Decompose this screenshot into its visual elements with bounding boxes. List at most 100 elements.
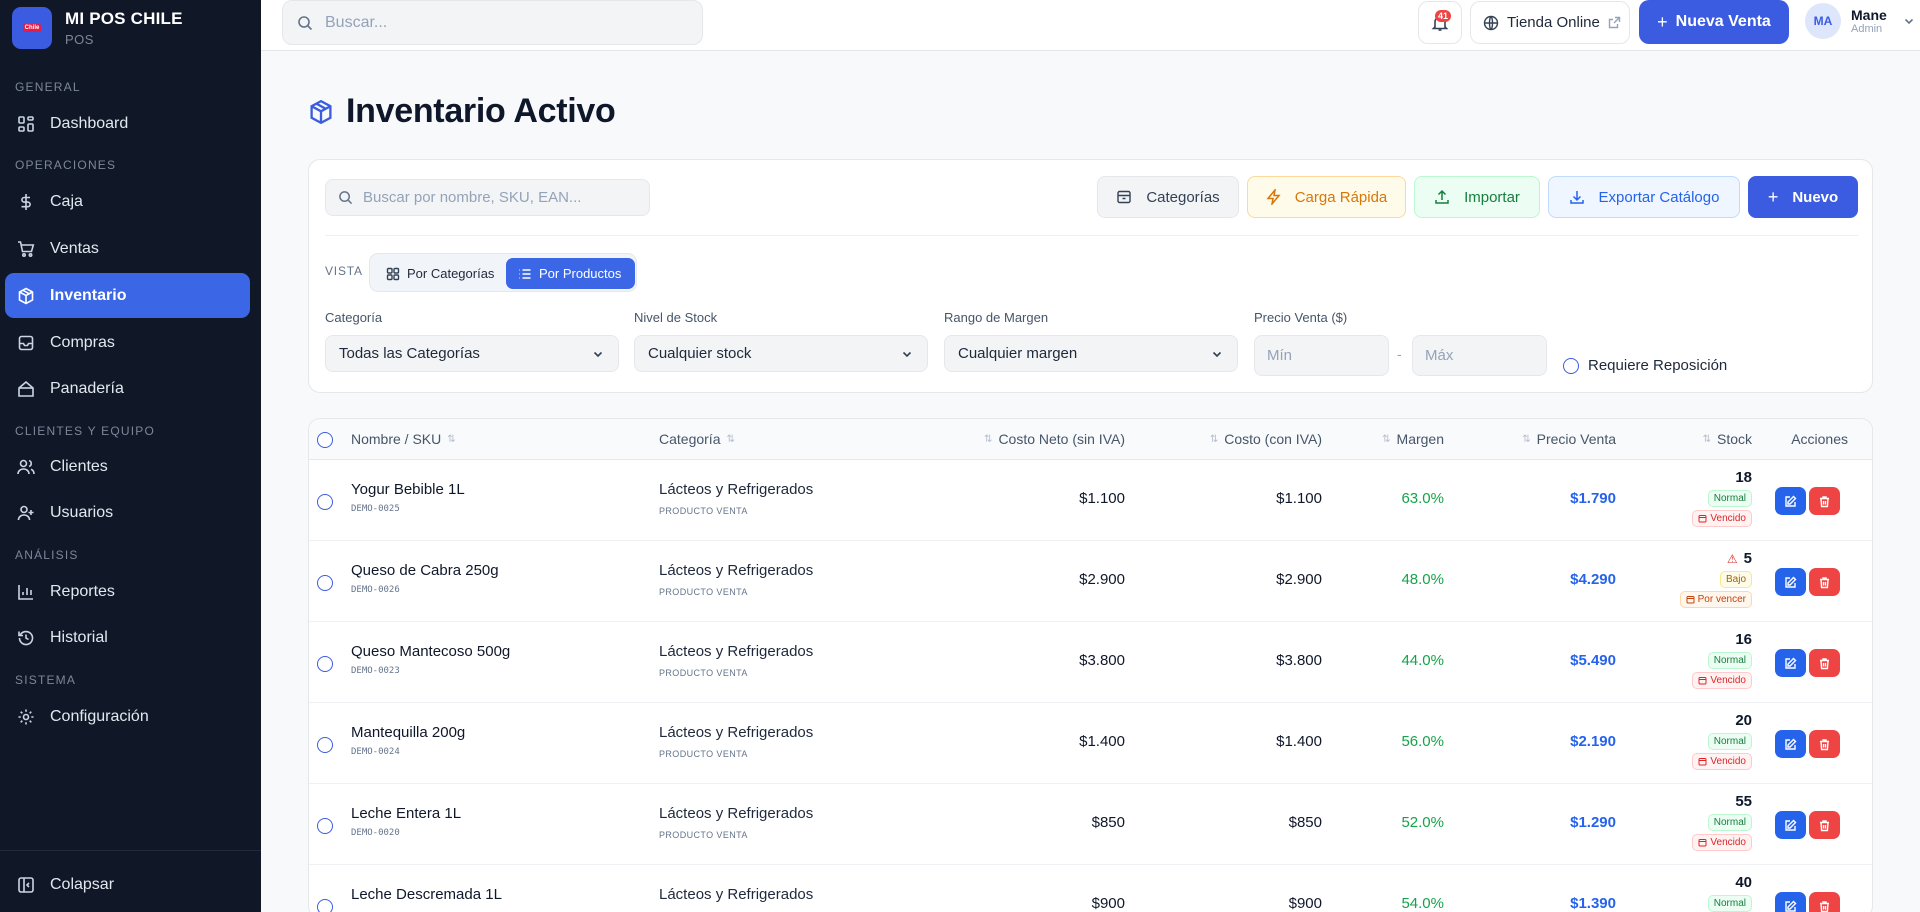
collapse-button[interactable]: Colapsar	[5, 862, 250, 907]
product-name: Leche Entera 1L	[351, 805, 462, 822]
delete-button[interactable]	[1809, 568, 1840, 596]
product-name: Leche Descremada 1L	[351, 886, 502, 903]
product-category: Lácteos y Refrigerados	[659, 643, 814, 660]
table-row[interactable]: Yogur Bebible 1L DEMO-0025 Lácteos y Refri…	[309, 460, 1872, 541]
sort-icon: ⇅	[726, 433, 735, 445]
view-by-categories[interactable]: Por Categorías	[374, 258, 504, 289]
sidebar-item-panaderia[interactable]: Panadería	[5, 366, 250, 411]
sidebar-item-ventas[interactable]: Ventas	[5, 226, 250, 271]
stock-level-select[interactable]: Cualquier stock	[634, 335, 928, 372]
table-row[interactable]: Leche Entera 1L DEMO-0020 Lácteos y Refrig…	[309, 784, 1872, 865]
sidebar-item-label: Reportes	[50, 582, 115, 600]
product-sku: DEMO-0023	[351, 666, 400, 676]
stock-quantity: 16	[1735, 631, 1752, 648]
margin-range-select-value: Cualquier margen	[958, 345, 1078, 362]
price-min-input[interactable]	[1267, 347, 1377, 364]
sidebar-item-configuracion[interactable]: Configuración	[5, 694, 250, 739]
sidebar-item-inventario[interactable]: Inventario	[5, 273, 250, 318]
price-min-field[interactable]	[1254, 335, 1389, 376]
edit-button[interactable]	[1775, 568, 1806, 596]
expiry-label: Vencido	[1710, 675, 1746, 686]
column-header-category[interactable]: Categoría ⇅	[659, 431, 741, 447]
chevron-down-icon	[902, 351, 912, 357]
import-button[interactable]: Importar	[1414, 176, 1540, 218]
row-select-radio[interactable]	[317, 575, 333, 591]
sidebar-item-usuarios[interactable]: Usuarios	[5, 490, 250, 535]
edit-button[interactable]	[1775, 811, 1806, 839]
product-category: Lácteos y Refrigerados	[659, 886, 814, 903]
edit-button[interactable]	[1775, 892, 1806, 912]
cost-with-iva: $2.900	[1276, 571, 1322, 588]
sidebar-item-dashboard[interactable]: Dashboard	[5, 101, 250, 146]
restock-radio[interactable]	[1563, 357, 1579, 374]
sidebar-item-label: Caja	[50, 192, 83, 210]
topbar: 41 Tienda Online + Nueva Venta MA Mane A…	[261, 0, 1920, 51]
row-select-radio[interactable]	[317, 656, 333, 672]
sidebar-item-caja[interactable]: Caja	[5, 179, 250, 224]
edit-button[interactable]	[1775, 487, 1806, 515]
sidebar-item-reportes[interactable]: Reportes	[5, 569, 250, 614]
product-search[interactable]	[325, 179, 650, 216]
net-cost: $900	[1091, 895, 1125, 912]
list-icon	[519, 268, 531, 279]
table-row[interactable]: Leche Descremada 1L Lácteos y Refrigerado…	[309, 865, 1872, 912]
delete-button[interactable]	[1809, 892, 1840, 912]
row-select-radio[interactable]	[317, 818, 333, 834]
view-by-products[interactable]: Por Productos	[506, 258, 635, 289]
column-header-label: Stock	[1716, 431, 1752, 447]
new-sale-button[interactable]: + Nueva Venta	[1639, 0, 1789, 44]
column-header-name[interactable]: Nombre / SKU ⇅	[351, 431, 462, 447]
upload-icon	[1435, 189, 1449, 204]
price-max-field[interactable]	[1412, 335, 1547, 376]
notifications-button[interactable]: 41	[1418, 1, 1462, 44]
expiry-badge: Vencido	[1692, 672, 1752, 689]
quick-load-button[interactable]: Carga Rápida	[1247, 176, 1406, 218]
globe-icon	[1483, 15, 1499, 30]
grid-icon	[386, 267, 400, 280]
trash-icon	[1820, 495, 1829, 507]
margin-range-select[interactable]: Cualquier margen	[944, 335, 1238, 372]
sidebar-item-label: Panadería	[50, 379, 124, 397]
table-row[interactable]: Queso Mantecoso 500g DEMO-0023 Lácteos y R…	[309, 622, 1872, 703]
row-select-radio[interactable]	[317, 737, 333, 753]
export-catalog-button[interactable]: Exportar Catálogo	[1548, 176, 1740, 218]
delete-button[interactable]	[1809, 811, 1840, 839]
restock-toggle[interactable]: Requiere Reposición	[1563, 357, 1727, 374]
edit-button[interactable]	[1775, 649, 1806, 677]
column-header-stock[interactable]: ⇅ Stock	[1697, 431, 1752, 447]
select-all-radio[interactable]	[317, 432, 333, 448]
margin: 63.0%	[1401, 490, 1444, 507]
global-search-input[interactable]	[325, 13, 665, 32]
sidebar-item-clientes[interactable]: Clientes	[5, 444, 250, 489]
product-search-input[interactable]	[363, 189, 633, 206]
view-toggle: Por Categorías Por Productos	[369, 253, 637, 292]
row-select-radio[interactable]	[317, 494, 333, 510]
column-header-cost-iva[interactable]: ⇅ Costo (con IVA)	[1204, 431, 1322, 447]
sidebar-item-historial[interactable]: Historial	[5, 615, 250, 660]
column-header-price[interactable]: ⇅ Precio Venta	[1516, 431, 1616, 447]
sidebar-item-compras[interactable]: Compras	[5, 320, 250, 365]
delete-button[interactable]	[1809, 730, 1840, 758]
column-header-margin[interactable]: ⇅ Margen	[1376, 431, 1444, 447]
delete-button[interactable]	[1809, 487, 1840, 515]
table-row[interactable]: Mantequilla 200g DEMO-0024 Lácteos y Refri…	[309, 703, 1872, 784]
sale-price: $1.290	[1570, 814, 1616, 831]
stock-quantity: 20	[1735, 712, 1752, 729]
online-store-button[interactable]: Tienda Online	[1470, 1, 1630, 44]
edit-button[interactable]	[1775, 730, 1806, 758]
row-select-radio[interactable]	[317, 899, 333, 912]
category-select[interactable]: Todas las Categorías	[325, 335, 619, 372]
table-row[interactable]: Queso de Cabra 250g DEMO-0026 Lácteos y Re…	[309, 541, 1872, 622]
stock-level-badge: Normal	[1707, 490, 1752, 507]
categories-button[interactable]: Categorías	[1097, 176, 1239, 218]
column-header-label: Nombre / SKU	[351, 431, 442, 447]
user-menu[interactable]: MA Mane Admin	[1805, 3, 1915, 39]
column-header-net-cost[interactable]: ⇅ Costo Neto (sin IVA)	[978, 431, 1125, 447]
delete-button[interactable]	[1809, 649, 1840, 677]
margin: 44.0%	[1401, 652, 1444, 669]
global-search[interactable]	[282, 0, 703, 45]
sidebar-item-label: Usuarios	[50, 503, 114, 521]
app-subtitle: POS	[65, 31, 94, 47]
new-product-button[interactable]: + Nuevo	[1748, 176, 1858, 218]
price-max-input[interactable]	[1425, 347, 1535, 364]
